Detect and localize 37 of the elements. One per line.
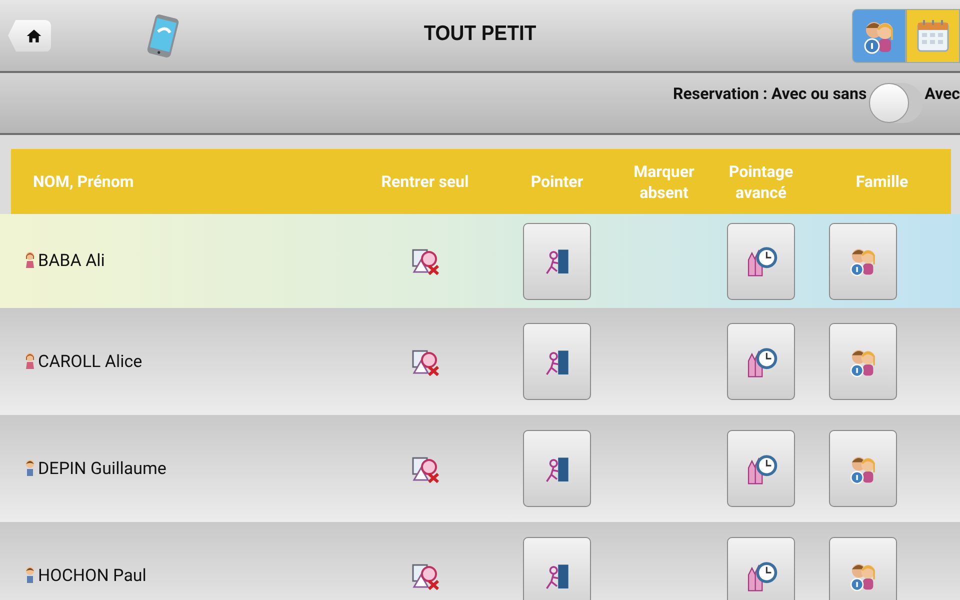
child-name: DEPIN Guillaume [38,458,166,478]
boy-icon [25,566,35,584]
home-button[interactable] [8,20,51,52]
family-button[interactable] [829,323,897,400]
column-header: Pointage avancé [728,160,794,202]
column-header: Famille [854,171,910,192]
child-name: CAROLL Alice [38,352,142,372]
child-row[interactable]: HOCHON Paul [0,522,960,600]
advanced-check-in-button[interactable] [727,537,795,600]
child-name: HOCHON Paul [38,566,146,586]
advanced-check-in-button[interactable] [727,430,795,507]
reservation-toggle[interactable] [868,83,923,123]
screen-title: TOUT PETIT [422,22,538,46]
girl-icon [25,352,35,370]
option-label: Avec [924,84,960,103]
reservation-label: Reservation : Avec ou sans [673,84,867,103]
family-button[interactable] [829,430,897,507]
child-row[interactable]: CAROLL Alice [0,308,960,415]
column-header: Rentrer seul [380,171,470,192]
check-in-button[interactable] [523,537,591,600]
family-button[interactable] [829,222,897,300]
check-in-button[interactable] [523,222,591,300]
child-name: BABA Ali [38,251,105,271]
check-in-button[interactable] [523,323,591,400]
family-button[interactable] [829,537,897,600]
column-header: Marquer absent [632,160,696,202]
boy-icon [25,458,35,476]
child-row[interactable]: BABA Ali [0,214,960,308]
family-tab[interactable] [852,8,906,62]
column-header: NOM, Prénom [32,171,135,192]
check-in-button[interactable] [523,430,591,507]
home-icon [26,28,42,44]
advanced-check-in-button[interactable] [727,222,795,300]
child-row[interactable]: DEPIN Guillaume [0,415,960,522]
girl-icon [25,251,35,269]
column-header: Pointer [530,171,584,192]
advanced-check-in-button[interactable] [727,323,795,400]
